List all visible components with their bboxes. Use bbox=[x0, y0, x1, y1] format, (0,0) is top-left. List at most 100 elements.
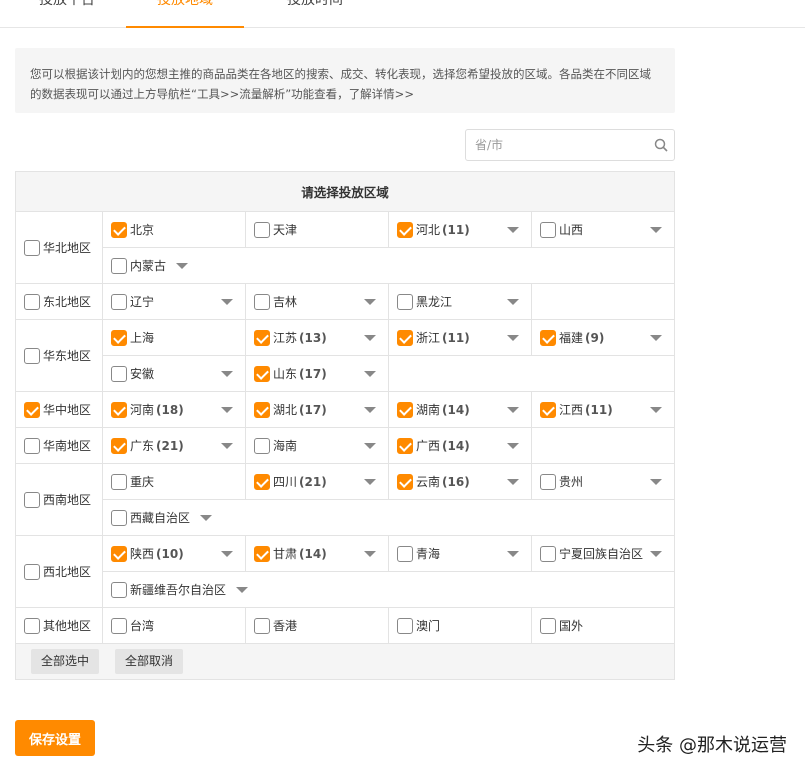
region-checkbox[interactable] bbox=[24, 617, 40, 634]
chevron-down-icon[interactable] bbox=[236, 586, 249, 593]
region-checkbox[interactable] bbox=[24, 239, 40, 256]
province-checkbox[interactable] bbox=[254, 401, 270, 418]
province-checkbox[interactable] bbox=[397, 293, 413, 310]
province-checkbox[interactable] bbox=[540, 221, 556, 238]
region-checkbox[interactable] bbox=[24, 347, 40, 364]
chevron-down-icon[interactable] bbox=[650, 407, 662, 413]
province-checkbox[interactable] bbox=[397, 473, 413, 490]
region-checkbox[interactable] bbox=[24, 437, 40, 454]
table-row: 其他地区 台湾 香港 澳门 国外 bbox=[15, 607, 675, 644]
province-label: 河北 bbox=[416, 223, 441, 237]
province-checkbox[interactable] bbox=[254, 617, 270, 634]
province-checkbox[interactable] bbox=[254, 545, 270, 562]
province-count: (17) bbox=[299, 402, 327, 417]
region-checkbox[interactable] bbox=[24, 401, 40, 418]
province-checkbox[interactable] bbox=[540, 329, 556, 346]
select-all-button[interactable]: 全部选中 bbox=[31, 649, 100, 674]
province-checkbox[interactable] bbox=[540, 545, 556, 562]
province-checkbox[interactable] bbox=[254, 437, 270, 454]
chevron-down-icon[interactable] bbox=[221, 299, 233, 305]
chevron-down-icon[interactable] bbox=[507, 299, 519, 305]
province-checkbox[interactable] bbox=[254, 221, 270, 238]
table-row: 华中地区 河南 (18) 湖北 (17) 湖南 (14) 江西 (11) bbox=[15, 391, 675, 428]
chevron-down-icon[interactable] bbox=[364, 371, 376, 377]
tab-time[interactable]: 投放时间 bbox=[256, 0, 374, 28]
chevron-down-icon[interactable] bbox=[364, 551, 376, 557]
province-checkbox[interactable] bbox=[540, 401, 556, 418]
province-label: 西藏自治区 bbox=[130, 511, 191, 525]
chevron-down-icon[interactable] bbox=[507, 227, 519, 233]
tab-platform[interactable]: 投放平台 bbox=[8, 0, 126, 28]
province-checkbox[interactable] bbox=[111, 473, 127, 490]
chevron-down-icon[interactable] bbox=[507, 407, 519, 413]
province-checkbox[interactable] bbox=[111, 509, 127, 526]
chevron-down-icon[interactable] bbox=[364, 335, 376, 341]
province-label: 新疆维吾尔自治区 bbox=[130, 583, 227, 597]
region-label: 华中地区 bbox=[43, 403, 92, 417]
region-cell: 西南地区 bbox=[15, 463, 103, 536]
province-checkbox[interactable] bbox=[111, 329, 127, 346]
search-input[interactable] bbox=[466, 130, 636, 160]
province-checkbox[interactable] bbox=[397, 401, 413, 418]
province-cell: 海南 bbox=[245, 427, 389, 464]
province-checkbox[interactable] bbox=[111, 221, 127, 238]
province-count: (14) bbox=[442, 402, 470, 417]
chevron-down-icon[interactable] bbox=[364, 479, 376, 485]
province-checkbox[interactable] bbox=[397, 545, 413, 562]
chevron-down-icon[interactable] bbox=[176, 262, 189, 269]
chevron-down-icon[interactable] bbox=[507, 443, 519, 449]
deselect-all-button[interactable]: 全部取消 bbox=[115, 649, 184, 674]
chevron-down-icon[interactable] bbox=[507, 335, 519, 341]
chevron-down-icon[interactable] bbox=[221, 407, 233, 413]
province-checkbox[interactable] bbox=[111, 257, 127, 274]
province-checkbox[interactable] bbox=[397, 437, 413, 454]
chevron-down-icon[interactable] bbox=[364, 299, 376, 305]
province-checkbox[interactable] bbox=[397, 329, 413, 346]
province-count: (11) bbox=[442, 330, 470, 345]
chevron-down-icon[interactable] bbox=[650, 479, 662, 485]
province-checkbox[interactable] bbox=[397, 617, 413, 634]
chevron-down-icon[interactable] bbox=[200, 514, 213, 521]
province-checkbox[interactable] bbox=[540, 617, 556, 634]
province-checkbox[interactable] bbox=[111, 581, 127, 598]
region-checkbox[interactable] bbox=[24, 293, 40, 310]
province-checkbox[interactable] bbox=[111, 617, 127, 634]
province-checkbox[interactable] bbox=[111, 365, 127, 382]
table-row: 华北地区 北京 天津 河北 (11) 山西 bbox=[15, 211, 675, 284]
chevron-down-icon[interactable] bbox=[650, 227, 662, 233]
region-cell: 华中地区 bbox=[15, 391, 103, 428]
province-checkbox[interactable] bbox=[397, 221, 413, 238]
province-checkbox[interactable] bbox=[254, 329, 270, 346]
region-checkbox[interactable] bbox=[24, 563, 40, 580]
province-cell: 广西 (14) bbox=[388, 427, 532, 464]
tab-region[interactable]: 投放地域 bbox=[126, 0, 244, 28]
province-checkbox[interactable] bbox=[254, 365, 270, 382]
chevron-down-icon[interactable] bbox=[221, 443, 233, 449]
region-checkbox[interactable] bbox=[24, 491, 40, 508]
province-label: 浙江 bbox=[416, 331, 441, 345]
chevron-down-icon[interactable] bbox=[221, 551, 233, 557]
province-label: 河南 bbox=[130, 403, 155, 417]
learn-more-link[interactable]: 了解详情>> bbox=[349, 87, 414, 101]
save-settings-button[interactable]: 保存设置 bbox=[15, 720, 95, 756]
province-checkbox[interactable] bbox=[111, 401, 127, 418]
chevron-down-icon[interactable] bbox=[650, 335, 662, 341]
province-checkbox[interactable] bbox=[540, 473, 556, 490]
province-checkbox[interactable] bbox=[254, 293, 270, 310]
province-checkbox[interactable] bbox=[111, 545, 127, 562]
chevron-down-icon[interactable] bbox=[364, 443, 376, 449]
chevron-down-icon[interactable] bbox=[364, 407, 376, 413]
region-cell: 其他地区 bbox=[15, 607, 103, 644]
region-cell: 东北地区 bbox=[15, 283, 103, 320]
chevron-down-icon[interactable] bbox=[507, 551, 519, 557]
province-checkbox[interactable] bbox=[111, 437, 127, 454]
table-row: 西藏自治区 bbox=[16, 499, 675, 536]
chevron-down-icon[interactable] bbox=[650, 551, 662, 557]
chevron-down-icon[interactable] bbox=[221, 371, 233, 377]
province-checkbox[interactable] bbox=[111, 293, 127, 310]
chevron-down-icon[interactable] bbox=[507, 479, 519, 485]
search-icon[interactable] bbox=[654, 138, 668, 152]
table-row: 安徽 山东 (17) bbox=[16, 355, 675, 392]
province-checkbox[interactable] bbox=[254, 473, 270, 490]
empty-cell bbox=[531, 283, 675, 320]
